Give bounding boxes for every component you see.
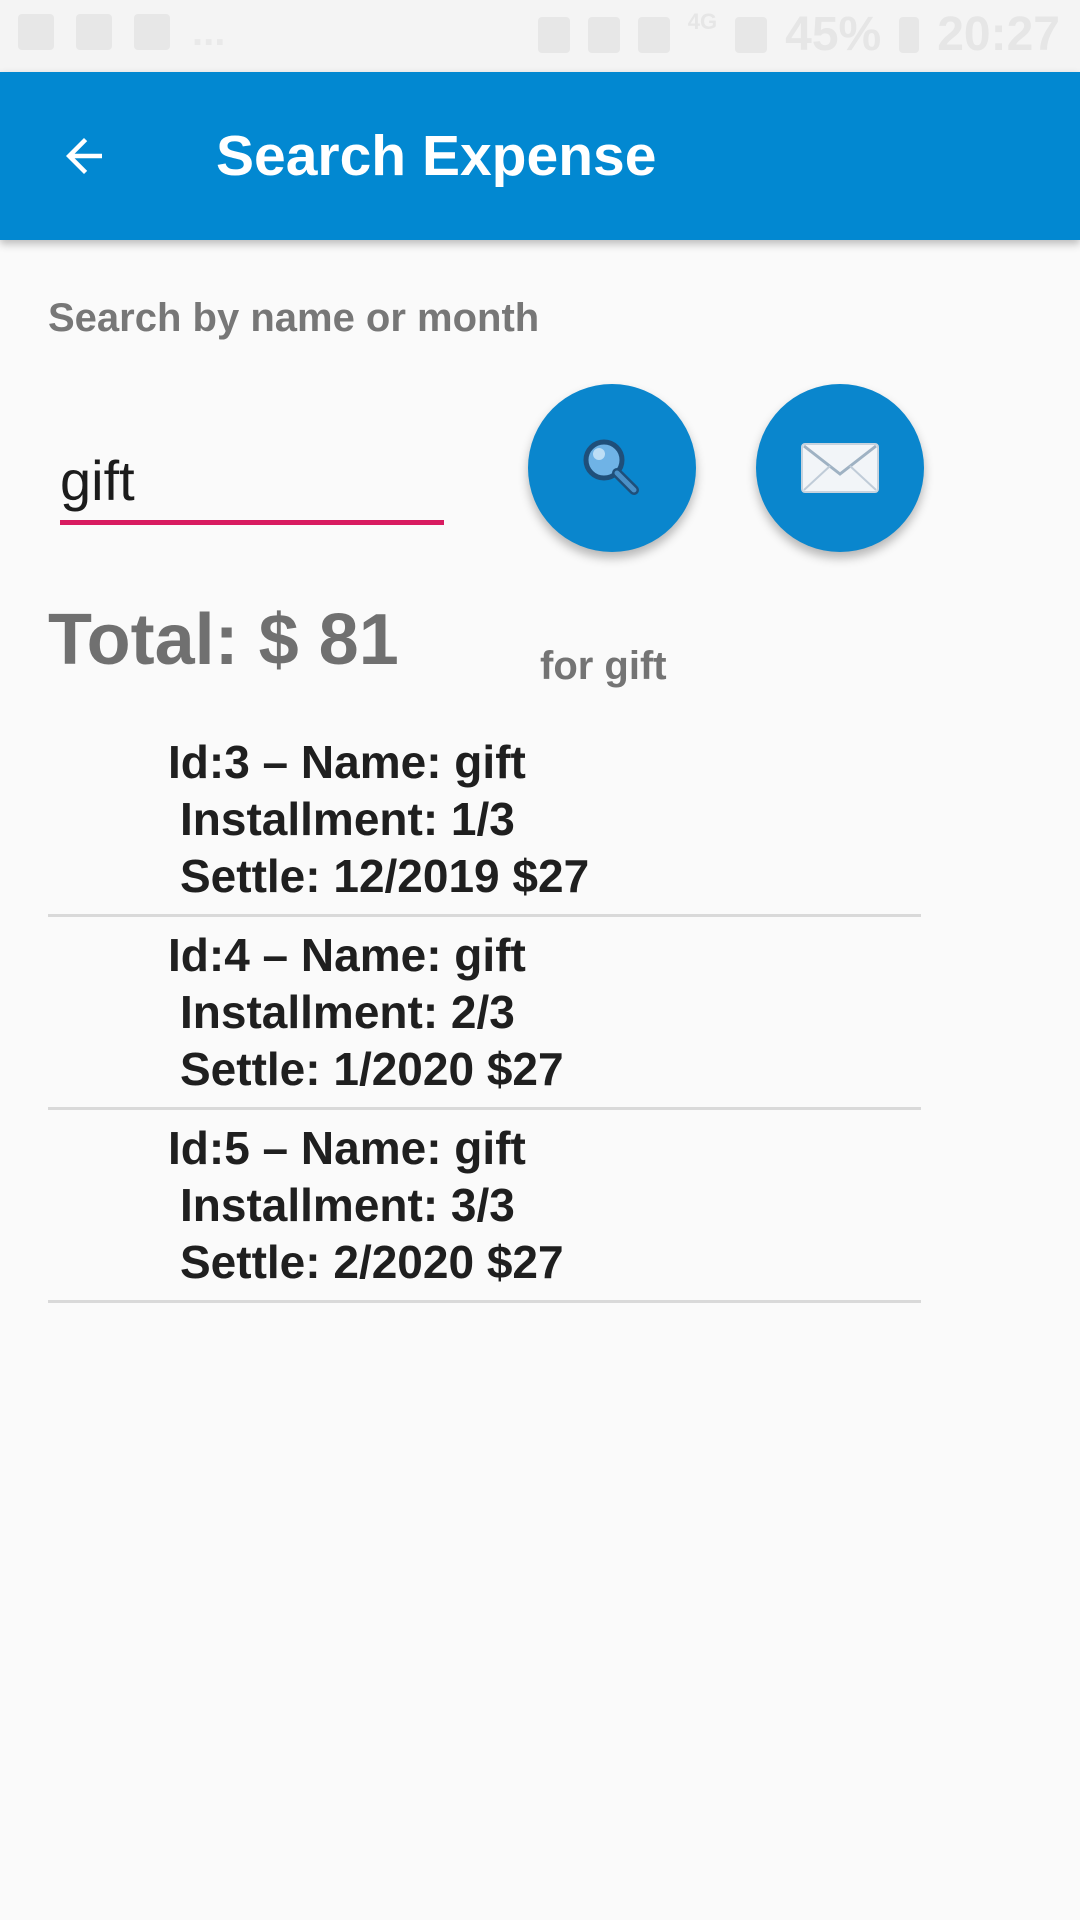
magnifier-icon <box>583 439 639 495</box>
envelope-icon <box>801 443 879 493</box>
status-bar: ... 4G 45% 20:27 <box>0 0 1080 72</box>
expense-installment: Installment: 2/3 <box>180 986 515 1038</box>
network-type: 4G <box>687 9 718 34</box>
battery-icon <box>899 17 920 53</box>
expense-settle: Settle: 1/2020 $27 <box>180 1043 564 1095</box>
overflow-indicator: ... <box>192 10 226 54</box>
battery-percent: 45% <box>785 8 882 61</box>
clock: 20:27 <box>937 8 1060 61</box>
page-title: Search Expense <box>216 124 657 188</box>
list-item[interactable]: Id:3 – Name: gift Installment: 1/3 Settl… <box>48 724 921 917</box>
slack-icon <box>18 14 54 50</box>
notification-icons: ... <box>18 10 226 54</box>
search-term-label: for gift <box>540 644 667 688</box>
arrow-left-icon <box>66 138 102 174</box>
expense-results-list: Id:3 – Name: gift Installment: 1/3 Settl… <box>48 724 921 1303</box>
expense-installment: Installment: 3/3 <box>180 1179 515 1231</box>
expense-id-name: Id:3 – Name: gift <box>168 736 526 788</box>
expense-id-name: Id:5 – Name: gift <box>168 1122 526 1174</box>
facebook-icon <box>134 14 170 50</box>
sim-icon <box>537 17 570 53</box>
back-button[interactable] <box>42 114 126 198</box>
system-status: 4G 45% 20:27 <box>537 8 1060 61</box>
total-amount: Total: $ 81 <box>48 600 399 680</box>
search-input[interactable] <box>60 440 444 525</box>
signal-icon <box>735 17 768 53</box>
expense-id-name: Id:4 – Name: gift <box>168 929 526 981</box>
app-bar: Search Expense <box>0 72 1080 240</box>
search-hint-label: Search by name or month <box>48 296 540 340</box>
search-button[interactable] <box>528 384 696 552</box>
email-button[interactable] <box>756 384 924 552</box>
alarm-icon <box>637 17 670 53</box>
expense-settle: Settle: 2/2020 $27 <box>180 1236 564 1288</box>
expense-installment: Installment: 1/3 <box>180 793 515 845</box>
vibrate-mute-icon <box>587 17 620 53</box>
list-item[interactable]: Id:4 – Name: gift Installment: 2/3 Settl… <box>48 917 921 1110</box>
list-item[interactable]: Id:5 – Name: gift Installment: 3/3 Settl… <box>48 1110 921 1303</box>
expense-settle: Settle: 12/2019 $27 <box>180 850 590 902</box>
message-icon <box>76 14 112 50</box>
